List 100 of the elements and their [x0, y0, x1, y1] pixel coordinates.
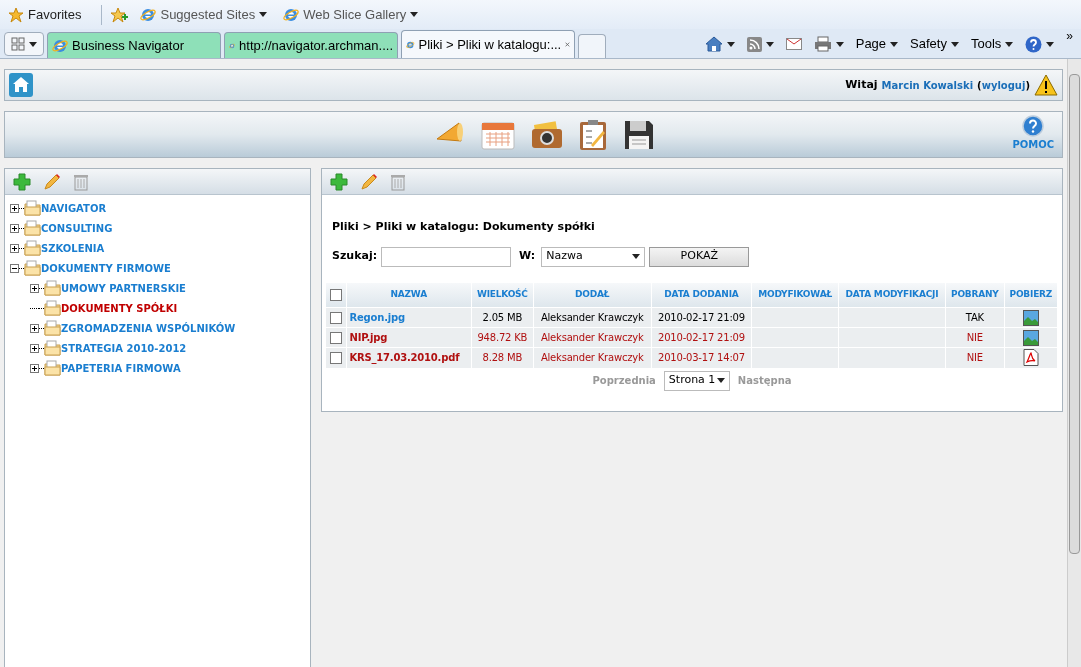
- search-in-label: W:: [519, 248, 536, 265]
- grid-icon: [11, 37, 25, 51]
- tree-item[interactable]: PAPETERIA FIRMOWA: [61, 360, 181, 376]
- caret-icon: [950, 41, 959, 47]
- table-cell: Aleksander Krawczyk: [540, 332, 644, 343]
- table-cell: NIE: [966, 352, 983, 364]
- caret-icon: [632, 254, 641, 259]
- caret-icon: [890, 41, 899, 47]
- edit-icon[interactable]: [43, 172, 61, 191]
- feed-icon[interactable]: [746, 36, 762, 52]
- table-cell: TAK: [965, 312, 984, 323]
- tab-title: Pliki > Pliki w katalogu:...: [418, 35, 562, 54]
- file-link[interactable]: NIP.jpg: [349, 332, 388, 343]
- caret-icon: [410, 12, 419, 17]
- warning-icon[interactable]: [1034, 74, 1058, 96]
- caret-icon: [835, 41, 844, 47]
- tree-item[interactable]: STRATEGIA 2010-2012: [61, 340, 187, 356]
- save-icon[interactable]: [622, 118, 655, 151]
- folder-icon: [24, 200, 41, 216]
- help-icon[interactable]: [1025, 35, 1043, 53]
- home-icon[interactable]: [9, 73, 33, 97]
- image-icon[interactable]: [1022, 329, 1039, 346]
- command-menu[interactable]: Page: [855, 34, 899, 54]
- help-icon[interactable]: [1022, 115, 1045, 137]
- expand-icon[interactable]: [10, 243, 19, 253]
- collapse-icon[interactable]: [10, 263, 19, 273]
- globe-e-icon: [140, 6, 157, 23]
- clipboard-icon[interactable]: [578, 118, 607, 151]
- row-checkbox[interactable]: [329, 311, 342, 324]
- row-checkbox[interactable]: [329, 351, 342, 364]
- previous-link[interactable]: Poprzednia: [592, 373, 656, 388]
- overflow-chevron[interactable]: »: [1066, 30, 1073, 42]
- close-icon[interactable]: [565, 40, 570, 49]
- calendar-icon[interactable]: [480, 119, 515, 150]
- globe-e-icon: [52, 37, 68, 54]
- expand-icon[interactable]: [30, 323, 39, 333]
- folder-icon: [24, 240, 41, 256]
- tree-item[interactable]: NAVIGATOR: [41, 200, 107, 216]
- tree-item[interactable]: DOKUMENTY SPÓŁKI: [61, 300, 178, 316]
- tree-item[interactable]: SZKOLENIA: [41, 240, 105, 256]
- next-link[interactable]: Następna: [737, 373, 792, 388]
- print-icon[interactable]: [813, 36, 832, 52]
- tree-item[interactable]: UMOWY PARTNERSKIE: [61, 280, 186, 296]
- greeting: Witaj: [845, 76, 878, 93]
- folder-icon: [24, 260, 41, 276]
- command-menu[interactable]: Safety: [910, 34, 959, 54]
- folder-icon: [44, 280, 61, 296]
- show-button[interactable]: POKAŻ: [649, 246, 750, 267]
- expand-icon[interactable]: [30, 363, 39, 373]
- tree-item[interactable]: DOKUMENTY FIRMOWE: [41, 260, 171, 276]
- table-cell: 8.28 MB: [482, 352, 523, 364]
- table-cell: 2.05 MB: [482, 312, 523, 323]
- home-icon[interactable]: [704, 36, 723, 52]
- scrollbar[interactable]: [1067, 59, 1081, 667]
- camera-icon[interactable]: [530, 120, 563, 149]
- expand-icon[interactable]: [30, 283, 39, 293]
- file-link[interactable]: Regon.jpg: [349, 312, 405, 323]
- favorites-link[interactable]: Web Slice Gallery: [279, 4, 423, 25]
- row-checkbox[interactable]: [329, 331, 342, 344]
- tree-item[interactable]: CONSULTING: [41, 220, 113, 236]
- browser-tab[interactable]: Pliki > Pliki w katalogu:...: [401, 30, 575, 58]
- caret-icon: [726, 41, 735, 47]
- page-dropdown[interactable]: Strona 1: [663, 370, 730, 391]
- favorites-button[interactable]: Favorites: [4, 4, 86, 25]
- file-link[interactable]: KRS_17.03.2010.pdf: [349, 352, 460, 364]
- tab-title: http://navigator.archman....: [239, 36, 393, 55]
- caret-icon: [259, 12, 268, 17]
- mail-icon[interactable]: [785, 38, 802, 50]
- image-icon[interactable]: [1022, 309, 1039, 326]
- browser-tab[interactable]: Business Navigator: [47, 32, 221, 58]
- pdf-icon[interactable]: [1022, 349, 1039, 367]
- expand-icon[interactable]: [10, 223, 19, 233]
- search-in-dropdown[interactable]: Nazwa: [541, 246, 646, 267]
- edit-icon[interactable]: [360, 172, 378, 191]
- browser-tab[interactable]: http://navigator.archman....: [224, 32, 398, 58]
- select-all-checkbox[interactable]: [329, 288, 342, 301]
- add-icon[interactable]: [330, 172, 348, 191]
- user-link[interactable]: Marcin Kowalski: [881, 77, 974, 93]
- caret-icon: [716, 378, 725, 383]
- caret-icon: [1046, 41, 1055, 47]
- expand-icon[interactable]: [10, 203, 19, 213]
- search-label: Szukaj:: [332, 248, 378, 265]
- add-favorite-icon[interactable]: [110, 6, 129, 23]
- table-cell: 2010-03-17 14:07: [658, 352, 745, 364]
- table-cell: 2010-02-17 21:09: [658, 332, 745, 343]
- logout-link[interactable]: wyloguj: [981, 77, 1026, 93]
- folder-icon: [44, 360, 61, 376]
- quick-tabs-button[interactable]: [4, 32, 44, 56]
- folder-icon: [44, 340, 61, 356]
- breadcrumb: Pliki > Pliki w katalogu: Dokumenty spółki: [332, 219, 596, 235]
- table-cell: NIE: [966, 332, 983, 343]
- command-menu[interactable]: Tools: [970, 34, 1014, 54]
- search-field[interactable]: [381, 246, 512, 267]
- tree-item[interactable]: ZGROMADZENIA WSPÓLNIKÓW: [61, 320, 236, 336]
- parenthesis: (: [977, 78, 982, 93]
- expand-icon[interactable]: [30, 343, 39, 353]
- add-icon[interactable]: [13, 172, 31, 191]
- favorites-link[interactable]: Suggested Sites: [136, 4, 272, 25]
- caret-icon: [1005, 41, 1014, 47]
- help-label[interactable]: POMOC: [1012, 137, 1054, 152]
